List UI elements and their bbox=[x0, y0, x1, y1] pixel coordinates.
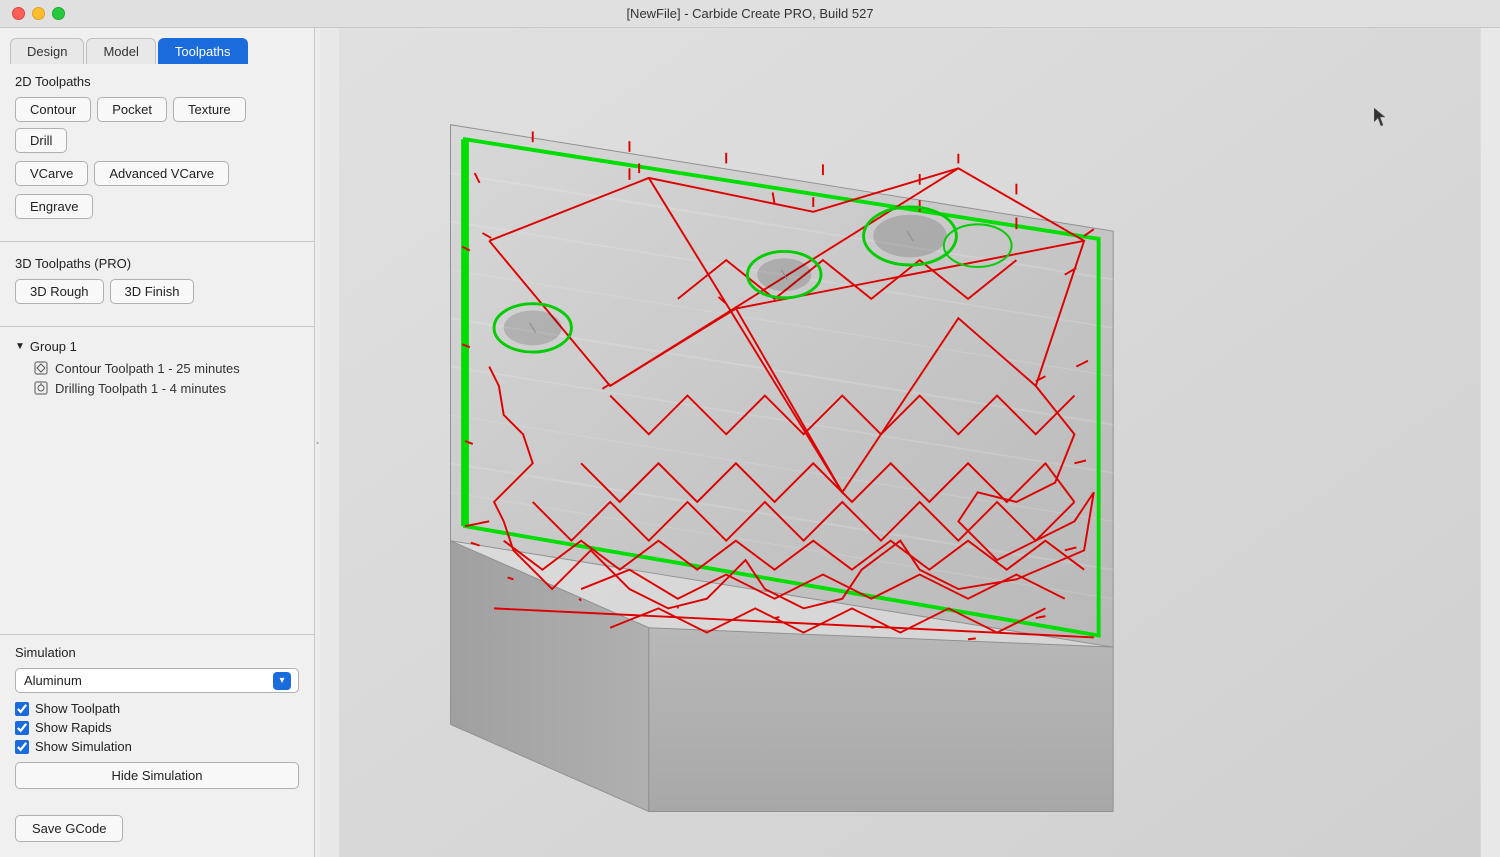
viewport[interactable] bbox=[320, 28, 1500, 857]
2d-toolpaths-row1: Contour Pocket Texture Drill bbox=[15, 97, 299, 153]
close-button[interactable] bbox=[12, 7, 25, 20]
maximize-button[interactable] bbox=[52, 7, 65, 20]
show-simulation-checkbox-label[interactable]: Show Simulation bbox=[15, 739, 299, 754]
drill-button[interactable]: Drill bbox=[15, 128, 67, 153]
simulation-section: Simulation Aluminum Wood Plastic Brass S… bbox=[0, 634, 314, 805]
tab-toolpaths[interactable]: Toolpaths bbox=[158, 38, 248, 64]
material-select-wrapper: Aluminum Wood Plastic Brass Steel ▾ bbox=[15, 668, 299, 693]
show-rapids-label: Show Rapids bbox=[35, 720, 112, 735]
box-front-face bbox=[649, 628, 1113, 812]
pocket-button[interactable]: Pocket bbox=[97, 97, 167, 122]
minimize-button[interactable] bbox=[32, 7, 45, 20]
simulation-title: Simulation bbox=[15, 645, 299, 660]
toolpath-item-contour[interactable]: Contour Toolpath 1 - 25 minutes bbox=[15, 358, 299, 378]
3d-finish-button[interactable]: 3D Finish bbox=[110, 279, 195, 304]
traffic-lights bbox=[12, 7, 65, 20]
contour-toolpath-label: Contour Toolpath 1 - 25 minutes bbox=[55, 361, 240, 376]
group-1-label: Group 1 bbox=[30, 339, 77, 354]
show-rapids-checkbox[interactable] bbox=[15, 721, 29, 735]
tab-model[interactable]: Model bbox=[86, 38, 155, 64]
sidebar: Design Model Toolpaths 2D Toolpaths Cont… bbox=[0, 28, 315, 857]
cursor-indicator bbox=[1374, 108, 1380, 118]
texture-button[interactable]: Texture bbox=[173, 97, 246, 122]
show-simulation-checkbox[interactable] bbox=[15, 740, 29, 754]
titlebar: [NewFile] - Carbide Create PRO, Build 52… bbox=[0, 0, 1500, 28]
show-toolpath-checkbox[interactable] bbox=[15, 702, 29, 716]
tab-bar: Design Model Toolpaths bbox=[0, 28, 314, 64]
vcarve-button[interactable]: VCarve bbox=[15, 161, 88, 186]
drilling-toolpath-label: Drilling Toolpath 1 - 4 minutes bbox=[55, 381, 226, 396]
material-select[interactable]: Aluminum Wood Plastic Brass Steel bbox=[15, 668, 299, 693]
advanced-vcarve-button[interactable]: Advanced VCarve bbox=[94, 161, 229, 186]
3d-toolpaths-section: 3D Toolpaths (PRO) 3D Rough 3D Finish bbox=[0, 246, 314, 322]
show-toolpath-checkbox-label[interactable]: Show Toolpath bbox=[15, 701, 299, 716]
2d-toolpaths-title: 2D Toolpaths bbox=[15, 74, 299, 89]
2d-toolpaths-row3: Engrave bbox=[15, 194, 299, 219]
save-gcode-button[interactable]: Save GCode bbox=[15, 815, 123, 842]
show-toolpath-label: Show Toolpath bbox=[35, 701, 120, 716]
3d-toolpaths-title: 3D Toolpaths (PRO) bbox=[15, 256, 299, 271]
drilling-toolpath-icon bbox=[33, 380, 49, 396]
2d-toolpaths-section: 2D Toolpaths Contour Pocket Texture Dril… bbox=[0, 64, 314, 237]
divider-2 bbox=[0, 326, 314, 327]
2d-toolpaths-row2: VCarve Advanced VCarve bbox=[15, 161, 299, 186]
3d-rough-button[interactable]: 3D Rough bbox=[15, 279, 104, 304]
tab-design[interactable]: Design bbox=[10, 38, 84, 64]
group-chevron-icon: ▼ bbox=[15, 341, 25, 352]
3d-scene-svg bbox=[320, 28, 1500, 857]
simulation-checkboxes: Show Toolpath Show Rapids Show Simulatio… bbox=[15, 701, 299, 754]
show-rapids-checkbox-label[interactable]: Show Rapids bbox=[15, 720, 299, 735]
bottom-section: Save GCode bbox=[0, 805, 314, 857]
engrave-button[interactable]: Engrave bbox=[15, 194, 93, 219]
hide-simulation-button[interactable]: Hide Simulation bbox=[15, 762, 299, 789]
3d-toolpaths-buttons: 3D Rough 3D Finish bbox=[15, 279, 299, 304]
contour-button[interactable]: Contour bbox=[15, 97, 91, 122]
contour-toolpath-icon bbox=[33, 360, 49, 376]
toolpath-list: ▼ Group 1 Contour Toolpath 1 - 25 minute… bbox=[0, 331, 314, 634]
3d-canvas bbox=[320, 28, 1500, 857]
toolpath-item-drilling[interactable]: Drilling Toolpath 1 - 4 minutes bbox=[15, 378, 299, 398]
window-title: [NewFile] - Carbide Create PRO, Build 52… bbox=[626, 6, 873, 21]
divider-1 bbox=[0, 241, 314, 242]
group-1-header[interactable]: ▼ Group 1 bbox=[15, 339, 299, 354]
main-container: Design Model Toolpaths 2D Toolpaths Cont… bbox=[0, 28, 1500, 857]
show-simulation-label: Show Simulation bbox=[35, 739, 132, 754]
